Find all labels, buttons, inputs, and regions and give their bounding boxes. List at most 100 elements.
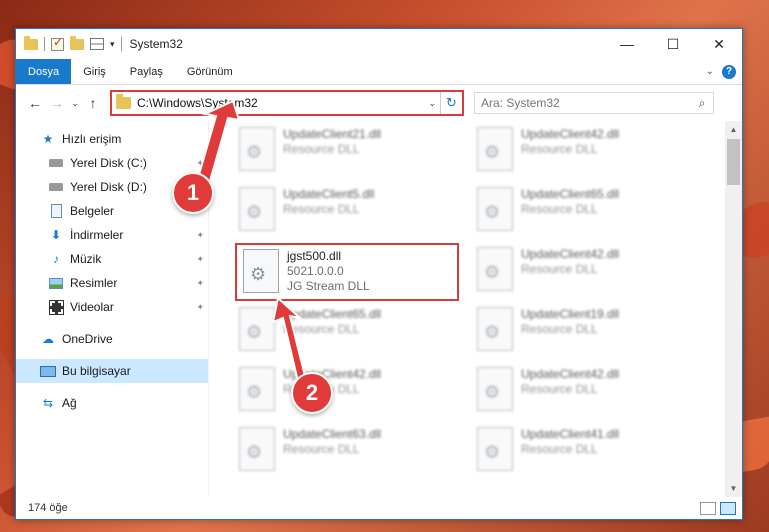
search-icon[interactable]: ⌕ [691, 96, 713, 111]
file-explorer-window: ▾ System32 — ☐ ✕ Dosya Giriş Paylaş Görü… [15, 28, 743, 520]
tab-view[interactable]: Görünüm [175, 59, 245, 84]
expand-ribbon-chevron-icon[interactable]: ⌄ [706, 66, 714, 77]
file-name: UpdateClient21.dll [283, 127, 382, 141]
toolbar-divider [44, 37, 45, 51]
file-name: UpdateClient63.dll [283, 427, 382, 441]
back-arrow-icon[interactable]: ← [24, 95, 46, 111]
file-item[interactable]: UpdateClient5.dllResource DLL [239, 185, 449, 235]
refresh-icon[interactable]: ↻ [440, 92, 462, 114]
sidebar-item-music[interactable]: ♪ Müzik ✦ [16, 247, 208, 271]
sidebar-item-videos[interactable]: Videolar ✦ [16, 295, 208, 319]
navigation-bar: ← → ⌄ ↑ C:\Windows\System32 ⌄ ↻ ⌕ [16, 85, 742, 121]
file-name: UpdateClient65.dll [521, 187, 620, 201]
file-name: UpdateClient65.dll [283, 307, 382, 321]
sidebar-item-label: OneDrive [62, 332, 113, 346]
pictures-icon [48, 275, 64, 291]
download-icon: ⬇ [50, 228, 62, 242]
address-bar[interactable]: C:\Windows\System32 ⌄ ↻ [110, 90, 464, 116]
star-icon: ★ [42, 132, 54, 146]
network-icon: ⇆ [42, 396, 54, 410]
sidebar-item-label: Yerel Disk (C:) [70, 156, 147, 170]
address-path[interactable]: C:\Windows\System32 [137, 96, 258, 110]
content-area: ★ Hızlı erişim Yerel Disk (C:) ✦ Yerel D… [16, 121, 742, 497]
file-name: UpdateClient42.dll [521, 367, 620, 381]
item-count: 174 öğe [28, 502, 68, 514]
search-input[interactable] [481, 96, 691, 110]
sidebar-item-pictures[interactable]: Resimler ✦ [16, 271, 208, 295]
help-icon[interactable]: ? [722, 64, 736, 79]
file-item[interactable]: UpdateClient63.dllResource DLL [239, 425, 449, 475]
scroll-up-arrow-icon[interactable]: ▲ [725, 121, 742, 138]
details-view-icon[interactable] [700, 501, 716, 515]
file-item[interactable]: UpdateClient42.dllResource DLL [477, 365, 687, 415]
callout-badge-1: 1 [172, 172, 214, 214]
sidebar-item-quick-access[interactable]: ★ Hızlı erişim [16, 127, 208, 151]
file-description: Resource DLL [283, 442, 360, 456]
sidebar-item-label: Resimler [70, 276, 118, 290]
file-description: Resource DLL [521, 382, 598, 396]
recent-locations-chevron-icon[interactable]: ⌄ [68, 98, 82, 109]
folder-icon [116, 94, 131, 109]
disk-icon [48, 155, 64, 171]
properties-check-icon[interactable] [51, 35, 64, 51]
pin-icon: ✦ [196, 157, 204, 168]
file-item[interactable]: UpdateClient42.dllResource DLL [477, 125, 687, 175]
dll-file-icon [477, 307, 513, 351]
file-version: 5021.0.0.0 [287, 264, 344, 278]
address-dropdown-chevron-icon[interactable]: ⌄ [428, 98, 440, 109]
document-icon [48, 203, 64, 219]
dll-file-icon [243, 249, 279, 293]
sidebar-item-label: Videolar [70, 300, 114, 314]
file-description: Resource DLL [521, 142, 598, 156]
tab-file[interactable]: Dosya [16, 59, 72, 84]
scrollbar-thumb[interactable] [727, 139, 740, 185]
sidebar-item-label: Müzik [70, 252, 102, 266]
maximize-button[interactable]: ☐ [650, 29, 696, 59]
close-button[interactable]: ✕ [696, 29, 742, 59]
title-bar: ▾ System32 — ☐ ✕ [16, 29, 742, 59]
file-description: Resource DLL [521, 322, 598, 336]
minimize-button[interactable]: — [604, 29, 650, 59]
ribbon-controls: ⌄ ? [706, 59, 742, 84]
sidebar-item-label: İndirmeler [70, 228, 124, 242]
file-item[interactable]: UpdateClient65.dllResource DLL [477, 185, 687, 235]
file-item[interactable]: UpdateClient65.dllResource DLL [239, 305, 449, 355]
toolbar-divider [120, 37, 122, 51]
callout-badge-2: 2 [291, 372, 333, 414]
window-title: System32 [129, 37, 183, 51]
sidebar-item-downloads[interactable]: ⬇ İndirmeler ✦ [16, 223, 208, 247]
scroll-down-arrow-icon[interactable]: ▼ [725, 480, 742, 497]
file-name: UpdateClient5.dll [283, 187, 375, 201]
file-description: JG Stream DLL [287, 279, 370, 293]
search-box[interactable]: ⌕ [474, 92, 714, 114]
large-icons-view-icon[interactable] [720, 501, 736, 515]
file-item[interactable]: UpdateClient19.dllResource DLL [477, 305, 687, 355]
file-item[interactable]: UpdateClient41.dllResource DLL [477, 425, 687, 475]
customize-toolbar-chevron-icon[interactable]: ▾ [110, 39, 115, 50]
file-description: Resource DLL [521, 442, 598, 456]
properties-icon[interactable] [90, 38, 104, 50]
tab-share[interactable]: Paylaş [118, 59, 175, 84]
file-item[interactable]: UpdateClient42.dllResource DLL [239, 365, 449, 415]
dll-file-icon [239, 127, 275, 171]
dll-file-icon [477, 427, 513, 471]
sidebar-item-network[interactable]: ⇆ Ağ [16, 391, 208, 415]
pin-icon: ✦ [196, 253, 204, 264]
forward-arrow-icon[interactable]: → [46, 95, 68, 111]
up-arrow-icon[interactable]: ↑ [82, 95, 104, 111]
dll-file-icon [239, 427, 275, 471]
new-folder-icon[interactable] [70, 35, 84, 50]
file-item-jgst500[interactable]: jgst500.dll 5021.0.0.0 JG Stream DLL [243, 247, 453, 299]
pin-icon: ✦ [196, 277, 204, 288]
file-item[interactable]: UpdateClient42.dllResource DLL [477, 245, 687, 295]
dll-file-icon [477, 187, 513, 231]
file-item[interactable]: UpdateClient21.dllResource DLL [239, 125, 449, 175]
sidebar-item-local-disk-c[interactable]: Yerel Disk (C:) ✦ [16, 151, 208, 175]
sidebar-item-onedrive[interactable]: ☁ OneDrive [16, 327, 208, 351]
dll-file-icon [477, 367, 513, 411]
dll-file-icon [239, 307, 275, 351]
sidebar-item-label: Yerel Disk (D:) [70, 180, 147, 194]
vertical-scrollbar[interactable]: ▲ ▼ [725, 121, 742, 497]
tab-home[interactable]: Giriş [71, 59, 118, 84]
sidebar-item-this-pc[interactable]: Bu bilgisayar [16, 359, 208, 383]
